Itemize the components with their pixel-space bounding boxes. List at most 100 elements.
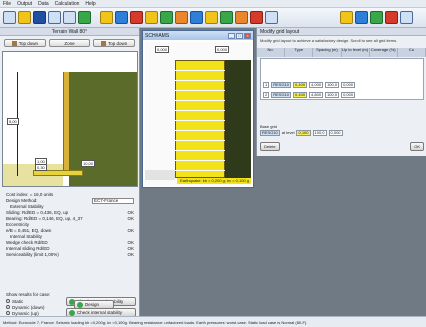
wall-icon[interactable]: [175, 11, 188, 24]
depth-value-2[interactable]: 0,30: [35, 164, 47, 171]
menu-calculation[interactable]: Calculation: [55, 1, 80, 7]
cu-input[interactable]: 0,000: [341, 82, 356, 88]
window-titlebar[interactable]: SCH#AMS _ □ ×: [143, 31, 253, 40]
wall-icon: [101, 40, 107, 46]
info-icon[interactable]: [400, 11, 413, 24]
left-panel: Terrain Wall 80° Top down Zone Top down …: [0, 28, 140, 322]
type-select[interactable]: RESG10: [271, 82, 292, 88]
menu-file[interactable]: File: [3, 1, 11, 7]
wall-icon: [11, 40, 17, 46]
grid-layer-line: [175, 90, 225, 91]
grid-layer-line: [175, 160, 225, 161]
close-icon[interactable]: ×: [244, 32, 251, 39]
base-type-select[interactable]: RESG10: [260, 130, 280, 136]
base-level-input[interactable]: 0,100: [296, 130, 311, 136]
width-value[interactable]: 10,00: [81, 160, 96, 167]
level-input[interactable]: 4,800: [309, 92, 324, 98]
top-down-button-2[interactable]: Top down: [93, 39, 136, 47]
load-icon[interactable]: [235, 11, 248, 24]
soil-icon[interactable]: [190, 11, 203, 24]
layers-icon[interactable]: [160, 11, 173, 24]
type-select[interactable]: RESG10: [271, 92, 292, 98]
panel-buttons: Delete OK: [260, 142, 424, 152]
radio-icon: [6, 299, 10, 303]
menu-output[interactable]: Output: [17, 1, 32, 7]
measure-icon[interactable]: [145, 11, 158, 24]
help-icon[interactable]: [265, 11, 278, 24]
print-preview-icon[interactable]: [48, 11, 61, 24]
check-icon: [69, 309, 75, 316]
dimension-value: 0,000: [155, 46, 170, 53]
results-panel: Cost index: = 16,0 units Design Method: …: [2, 192, 138, 258]
chart-icon[interactable]: [78, 11, 91, 24]
water-icon[interactable]: [220, 11, 233, 24]
result-row: Serviceability (limit 1,00%) OK: [6, 252, 134, 257]
radio-icon: [6, 311, 10, 315]
grid-layer-line: [175, 100, 225, 101]
base-grid-row: RESG10 at level 0,100 100,0 0,000: [260, 130, 343, 136]
grid-view-icon[interactable]: [63, 11, 76, 24]
grid-layer-line: [175, 110, 225, 111]
base-grid-section: Base grid RESG10 at level 0,100 100,0 0,…: [260, 124, 343, 136]
grid-layout-panel: Modify grid layout Modify grid layout to…: [256, 28, 426, 156]
wall-facing: [63, 72, 69, 176]
tools-icon[interactable]: [100, 11, 113, 24]
open-folder-icon[interactable]: [18, 11, 31, 24]
seismic-status: Earthquake: kh = 0,200 g; kv = 0,100 g: [177, 178, 251, 184]
view-button-row: Top down Zone Top down: [0, 36, 139, 50]
status-bar: Method: Eurocode 7, France. Seismic load…: [0, 316, 426, 327]
menu-help[interactable]: Help: [85, 1, 95, 7]
zone-button[interactable]: Zone: [48, 39, 91, 47]
export-icon[interactable]: [355, 11, 368, 24]
grid-layer-line: [175, 120, 225, 121]
new-file-icon[interactable]: [3, 11, 16, 24]
table-row[interactable]: 1 RESG10 0,400 4,000 100,0 0,000: [261, 81, 425, 89]
table-row[interactable]: 2 RESG10 0,400 4,800 100,0 0,000: [261, 91, 425, 99]
pdf-icon[interactable]: [385, 11, 398, 24]
base-cu-input[interactable]: 0,000: [328, 130, 343, 136]
reinforcement-canvas[interactable]: 0,000 0,000 Earthquake: kh = 0,200 g; kv…: [145, 42, 251, 186]
grid-table[interactable]: 1 RESG10 0,400 4,000 100,0 0,000 2 RESG1…: [260, 58, 424, 100]
grid-layer-line: [175, 70, 225, 71]
grid-layer-line: [175, 150, 225, 151]
delete-button[interactable]: Delete: [260, 142, 280, 151]
level-input[interactable]: 4,000: [309, 82, 324, 88]
panel-title: Terrain Wall 80°: [0, 28, 139, 36]
design-button[interactable]: Design: [74, 300, 114, 309]
foundation-ground: [145, 170, 175, 180]
coverage-input[interactable]: 100,0: [325, 92, 340, 98]
grid-layer-line: [175, 170, 225, 171]
dimension-value-2: 0,000: [215, 46, 230, 53]
grid-layer-line: [175, 140, 225, 141]
grid-icon[interactable]: [205, 11, 218, 24]
spacing-input[interactable]: 0,400: [293, 82, 308, 88]
spacing-input[interactable]: 0,400: [293, 92, 308, 98]
delete-icon[interactable]: [130, 11, 143, 24]
calc-icon[interactable]: [370, 11, 383, 24]
save-icon[interactable]: [33, 11, 46, 24]
seismic-icon[interactable]: [250, 11, 263, 24]
height-value[interactable]: 5,00: [7, 118, 19, 125]
base-coverage-input[interactable]: 100,0: [312, 130, 327, 136]
base-grid-label: Base grid: [260, 124, 277, 129]
panel-title: Modify grid layout: [257, 28, 426, 36]
grid-layer-line: [175, 130, 225, 131]
settings-icon[interactable]: [115, 11, 128, 24]
cu-input[interactable]: 0,000: [341, 92, 356, 98]
grid-table-header: No. Type Spacing (m) Up to level (m) Cov…: [257, 47, 426, 57]
minimize-icon[interactable]: _: [228, 32, 235, 39]
wall-section-canvas[interactable]: 5,00 1,00 0,30 10,00: [2, 51, 138, 187]
design-method-select[interactable]: EC7-France: [92, 198, 134, 204]
case-selector: Show results for case: Static Dynamic (d…: [2, 292, 138, 322]
coverage-input[interactable]: 100,0: [325, 82, 340, 88]
menu-data[interactable]: Data: [38, 1, 49, 7]
report-icon[interactable]: [340, 11, 353, 24]
toolbar: [0, 8, 426, 28]
maximize-icon[interactable]: □: [236, 32, 243, 39]
window-title: SCH#AMS: [145, 32, 170, 39]
ok-button[interactable]: OK: [410, 142, 424, 151]
menu-bar: File Output Data Calculation Help: [0, 0, 426, 8]
grid-layer-line: [175, 80, 225, 81]
top-down-button[interactable]: Top down: [4, 39, 46, 47]
section-window: SCH#AMS _ □ × 0,000 0,000 Earthquake: kh…: [142, 30, 254, 188]
